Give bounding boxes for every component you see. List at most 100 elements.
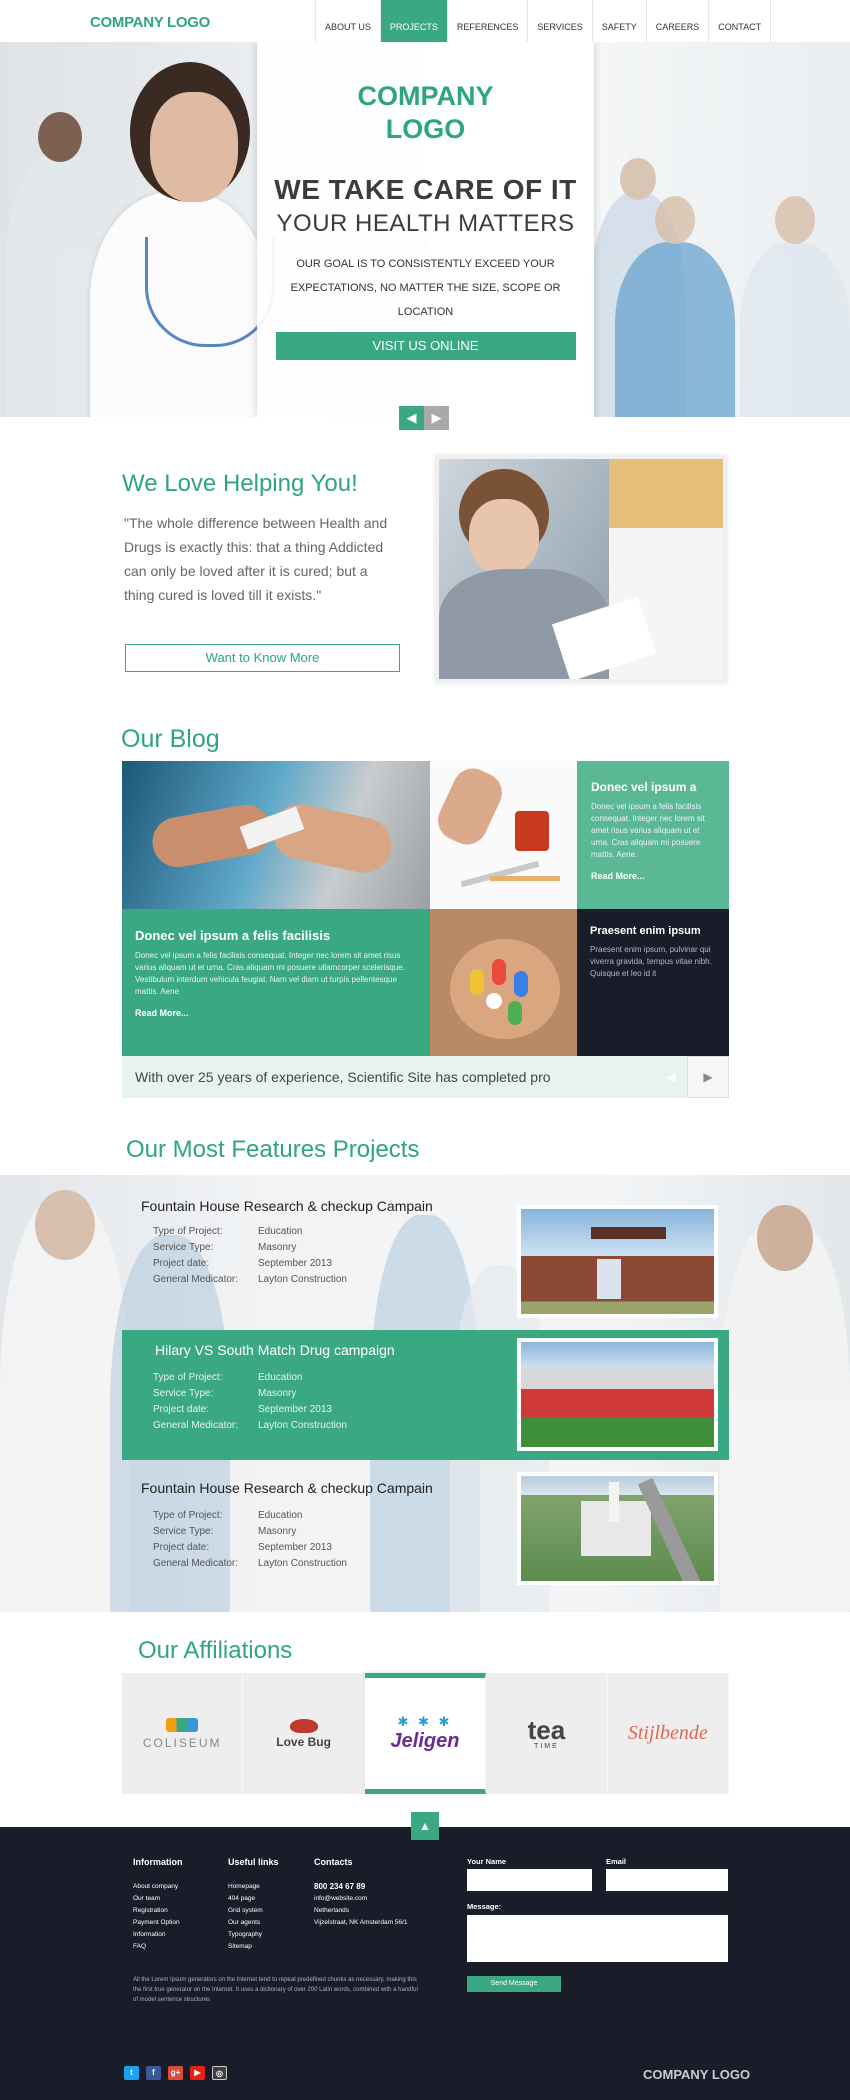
youtube-icon[interactable]: ▶ (190, 2066, 205, 2080)
project-title[interactable]: Fountain House Research & checkup Campai… (141, 1480, 433, 1496)
blog-card-main-read-more[interactable]: Read More... (135, 1008, 417, 1018)
footer-useful-links: Useful links Homepage 404 page Grid syst… (228, 1857, 279, 1953)
footer-link[interactable]: About company (133, 1881, 183, 1893)
instagram-icon[interactable]: ◎ (212, 2066, 227, 2080)
coliseum-logo-icon (166, 1717, 199, 1732)
message-field[interactable] (467, 1915, 728, 1962)
doctor-patient-photo (435, 455, 727, 683)
hero-subheadline: YOUR HEALTH MATTERS (276, 210, 575, 237)
want-to-know-more-button[interactable]: Want to Know More (125, 644, 400, 672)
blog-card-main-title: Donec vel ipsum a felis facilisis (135, 928, 331, 943)
affiliation-love-bug[interactable]: Love Bug (243, 1673, 365, 1794)
footer-link[interactable]: Information (133, 1929, 183, 1941)
blog-card-top-title: Donec vel ipsum a (591, 780, 697, 794)
footer-link[interactable]: Homepage (228, 1881, 279, 1893)
email-label: Email (606, 1857, 627, 1866)
footer-note: All the Lorem Ipsum generators on the In… (133, 1977, 418, 2003)
blog-pills-photo (430, 909, 577, 1056)
message-label: Message: (467, 1902, 502, 1911)
footer-information: Information About company Our team Regis… (133, 1857, 183, 1953)
google-plus-icon[interactable]: g+ (168, 2066, 183, 2080)
blog-card-dark-text: Praesent enim ipsum, pulvinar qui viverr… (590, 945, 712, 978)
projects-title: Our Most Features Projects (126, 1136, 420, 1163)
blog-card-dark-title: Praesent enim ipsum (590, 925, 701, 937)
project-aerial-photo[interactable] (517, 1472, 718, 1585)
ticker-next-arrow-icon[interactable]: ▶ (687, 1056, 729, 1098)
project-stadium-photo[interactable] (517, 1338, 718, 1451)
hero-next-arrow-icon[interactable]: ▶ (424, 406, 449, 430)
news-ticker-text: With over 25 years of experience, Scient… (135, 1069, 551, 1085)
contact-address: Vijzelstraat, NK Amsterdam 56/1 (314, 1919, 408, 1926)
hero-banner: COMPANY LOGO WE TAKE CARE OF IT YOUR HEA… (0, 42, 850, 417)
ticker-prev-arrow-icon[interactable]: ◀ (650, 1056, 692, 1098)
header-logo[interactable]: COMPANY LOGO (90, 14, 210, 31)
love-helping-quote: "The whole difference between Health and… (124, 515, 388, 603)
site-header: COMPANY LOGO ABOUT US PROJECTS REFERENCE… (0, 0, 850, 42)
hero-headline: WE TAKE CARE OF IT (274, 174, 577, 205)
blog-card-main-text: Donec vel ipsum a felis facilisis conseq… (135, 951, 405, 996)
project-row-highlighted: Hilary VS South Match Drug campaign Type… (122, 1330, 729, 1460)
name-field[interactable] (467, 1869, 592, 1891)
love-bug-logo-icon (289, 1718, 318, 1733)
project-meta: Type of Project: Education Service Type: M… (153, 1372, 347, 1431)
blog-title: Our Blog (121, 725, 220, 753)
project-row: Fountain House Research & checkup Campai… (122, 1183, 729, 1318)
news-ticker: With over 25 years of experience, Scient… (122, 1056, 729, 1098)
hero-logo: COMPANY LOGO (357, 81, 494, 144)
contact-country: Netherlands (314, 1907, 350, 1914)
blog-card-top: Donec vel ipsum a Donec vel ipsum a feli… (577, 761, 729, 909)
contact-phone: 800 234 67 89 (314, 1882, 366, 1891)
project-meta: Type of Project: Education Service Type: M… (153, 1226, 347, 1285)
love-helping-title: We Love Helping You! (122, 470, 358, 497)
footer-link[interactable]: Grid system (228, 1905, 279, 1917)
footer-link[interactable]: Registration (133, 1905, 183, 1917)
footer-link[interactable]: Payment Option (133, 1917, 183, 1929)
affiliation-coliseum[interactable]: COLISEUM (122, 1673, 244, 1794)
facebook-icon[interactable]: f (146, 2066, 161, 2080)
affiliation-tea-time[interactable]: tea TIME (486, 1673, 608, 1794)
footer-link[interactable]: Typography (228, 1929, 279, 1941)
footer-link[interactable]: Sitemap (228, 1941, 279, 1953)
nav-services[interactable]: SERVICES (527, 0, 591, 42)
main-nav: ABOUT US PROJECTS REFERENCES SERVICES SA… (315, 0, 772, 42)
name-label: Your Name (467, 1857, 507, 1866)
footer-contacts: Contacts 800 234 67 89 info@website.com … (314, 1857, 407, 1929)
blog-handshake-photo (122, 761, 430, 909)
site-footer: Information About company Our team Regis… (0, 1827, 850, 2100)
footer-link[interactable]: 404 page (228, 1893, 279, 1905)
nav-safety[interactable]: SAFETY (591, 0, 646, 42)
blog-card-top-read-more[interactable]: Read More... (591, 871, 715, 881)
visit-us-button[interactable]: VISIT US ONLINE (275, 332, 576, 360)
project-meta: Type of Project: Education Service Type: M… (153, 1510, 347, 1569)
jeligen-stars-icon: ✱ ✱ ✱ (397, 1714, 453, 1729)
nav-references[interactable]: REFERENCES (446, 0, 528, 42)
affiliation-stijlbende[interactable]: Stijlbende (607, 1673, 730, 1794)
page: COMPANY LOGO ABOUT US PROJECTS REFERENCE… (0, 0, 850, 2100)
back-to-top-icon[interactable]: ▲ (411, 1812, 439, 1840)
hero-prev-arrow-icon[interactable]: ◀ (399, 406, 424, 430)
affiliations-title: Our Affiliations (138, 1637, 293, 1664)
footer-link[interactable]: Our agents (228, 1917, 279, 1929)
twitter-icon[interactable]: t (124, 2066, 139, 2080)
hero-card: COMPANY LOGO WE TAKE CARE OF IT YOUR HEA… (257, 42, 594, 417)
project-building-photo[interactable] (517, 1205, 718, 1318)
footer-link[interactable]: Our team (133, 1893, 183, 1905)
affiliation-jeligen[interactable]: ✱ ✱ ✱ Jeligen (364, 1673, 487, 1794)
nav-contact[interactable]: CONTACT (708, 0, 772, 42)
affiliations-strip: COLISEUM Love Bug ✱ ✱ ✱ Jeligen tea TIME… (122, 1673, 730, 1794)
project-title[interactable]: Hilary VS South Match Drug campaign (155, 1342, 395, 1358)
footer-logo[interactable]: COMPANY LOGO (643, 2067, 750, 2082)
nav-careers[interactable]: CAREERS (645, 0, 709, 42)
hero-subtext: OUR GOAL IS TO CONSISTENTLY EXCEED YOUR … (290, 258, 561, 318)
blog-grid: Donec vel ipsum a Donec vel ipsum a feli… (122, 761, 729, 1056)
contact-email[interactable]: info@website.com (314, 1893, 407, 1905)
footer-link[interactable]: FAQ (133, 1941, 183, 1953)
nav-projects[interactable]: PROJECTS (379, 0, 447, 42)
nav-about-us[interactable]: ABOUT US (315, 0, 380, 42)
project-title[interactable]: Fountain House Research & checkup Campai… (141, 1198, 433, 1214)
hero-slider-arrows: ◀ ▶ (399, 406, 449, 430)
email-field[interactable] (606, 1869, 728, 1891)
project-row: Fountain House Research & checkup Campai… (122, 1468, 729, 1608)
send-message-button[interactable]: Send Message (467, 1976, 561, 1992)
blog-medicine-photo (430, 761, 577, 909)
